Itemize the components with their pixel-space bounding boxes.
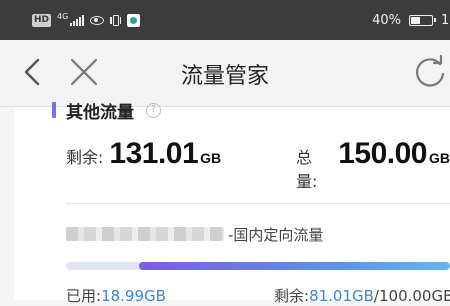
battery-percent: 40% [372,12,401,28]
used-label: 已用: [66,287,102,305]
remaining-label: 剩余: [66,148,104,167]
page-title: 流量管家 [180,64,269,89]
section-header: 其他流量 ? [52,99,161,123]
status-icons-right: 40% 13 [372,10,450,30]
package-remaining-value: 81.01GB [309,287,374,305]
used-amount: 已用:18.99GB [66,285,166,306]
usage-progress-bar [66,262,450,270]
remaining-stat: 剩余: 131.01 GB [66,137,221,171]
used-value: 18.99GB [101,287,166,305]
total-stat: 总量: 150.00 GB [296,137,450,192]
blurred-package-name [66,227,224,241]
package-name-label: -国内定向流量 [228,225,324,244]
package-row: -国内定向流量 [66,223,323,245]
package-total-value: /100.00GB [373,287,450,305]
total-label: 总量: [296,148,318,191]
remaining-unit: GB [200,150,222,166]
battery-icon [409,14,436,26]
total-value: 150.00 [338,137,427,170]
remaining-amount: 剩余:81.01GB/100.00GB [274,285,450,306]
network-type-label: 4G [57,11,69,21]
status-bar: HD 4G 40% 13 [0,0,450,40]
traffic-card: 其他流量 ? 剩余: 131.01 GB 总量: 150.00 GB -国内定向… [14,102,450,305]
section-accent-bar [52,102,56,118]
signal-icon [70,14,85,26]
status-icons-left: HD 4G [32,10,141,30]
app-notification-icon [127,13,141,27]
total-unit: GB [429,150,450,166]
section-title: 其他流量 [66,102,134,123]
content-area: 其他流量 ? 剩余: 131.01 GB 总量: 150.00 GB -国内定向… [0,102,450,305]
package-remaining-label: 剩余: [274,287,310,305]
help-icon[interactable]: ? [146,102,161,118]
clock: 13 [441,12,450,28]
refresh-icon[interactable] [410,54,450,90]
vibrate-icon [110,14,122,26]
remaining-value: 131.01 [109,137,199,170]
divider [66,203,450,204]
hd-icon: HD [32,13,52,27]
usage-progress-fill [138,262,450,270]
eye-icon [90,15,105,25]
